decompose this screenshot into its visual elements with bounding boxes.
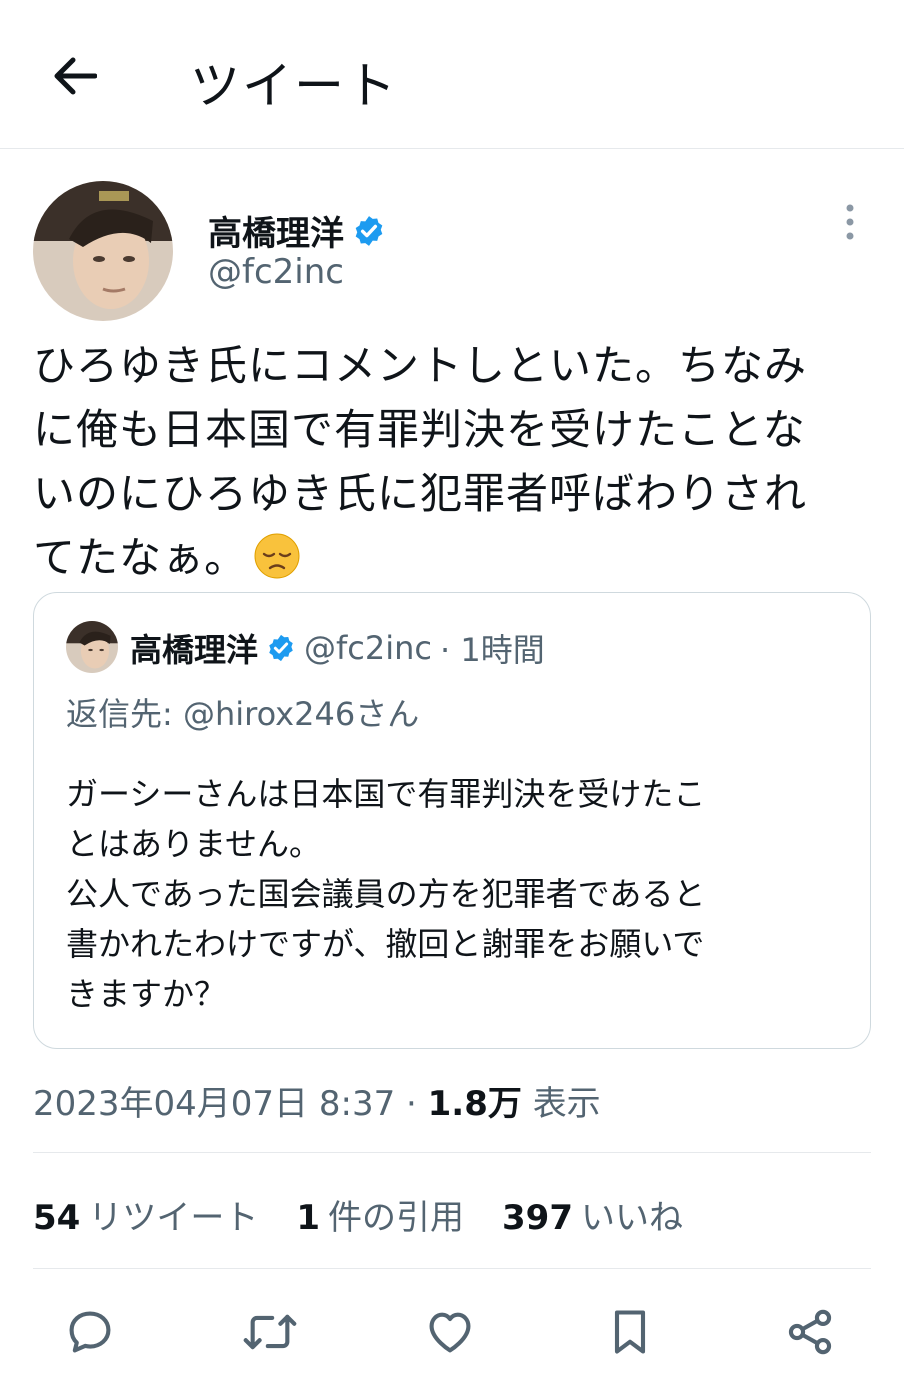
share-button[interactable] — [778, 1300, 842, 1364]
quoted-author-handle: @fc2inc — [304, 629, 432, 667]
divider — [33, 1152, 871, 1153]
heart-icon — [429, 1312, 471, 1353]
retweets-count: 54 — [33, 1198, 81, 1238]
tweet-datetime: 2023年04月07日 8:37 · — [33, 1084, 417, 1124]
author-handle[interactable]: @fc2inc — [208, 252, 344, 292]
bookmark-button[interactable] — [598, 1300, 662, 1364]
retweets-label: リツイート — [88, 1198, 259, 1238]
tweet-text: ひろゆき氏にコメントしといた。ちなみ に俺も日本国で有罪判決を受けたことな いの… — [33, 334, 873, 590]
quotes-count: 1 — [296, 1198, 320, 1238]
quotes-stat[interactable]: 1 件の引用 — [296, 1190, 464, 1239]
views-label: 表示 — [532, 1084, 601, 1124]
retweet-icon — [243, 1314, 297, 1350]
reply-icon — [69, 1311, 111, 1353]
bookmark-icon — [614, 1310, 646, 1354]
action-bar — [0, 1294, 904, 1374]
more-vertical-icon — [846, 204, 854, 240]
share-icon — [788, 1309, 832, 1355]
divider — [33, 1268, 871, 1269]
quotes-label: 件の引用 — [328, 1198, 464, 1238]
arrow-left-icon — [54, 57, 97, 95]
likes-label: いいね — [580, 1198, 683, 1238]
retweet-button[interactable] — [238, 1300, 302, 1364]
quoted-tweet-text: ガーシーさんは日本国で有罪判決を受けたこ とはありません。 公人であった国会議員… — [66, 775, 706, 1013]
author-name: 高橋理洋 — [208, 214, 344, 254]
disappointed-face-emoji — [254, 533, 300, 579]
quoted-tweet-card[interactable]: 高橋理洋 @fc2inc · 1時間 返信先: @hirox246さん ガーシー… — [33, 592, 871, 1049]
quoted-tweet-time: · 1時間 — [440, 631, 545, 669]
top-bar: ツイート — [0, 0, 904, 149]
like-button[interactable] — [418, 1300, 482, 1364]
engagement-stats: 54 リツイート 1 件の引用 397 いいね — [33, 1190, 683, 1239]
quoted-author-avatar — [66, 621, 118, 673]
tweet-body: ひろゆき氏にコメントしといた。ちなみ に俺も日本国で有罪判決を受けたことな いの… — [33, 341, 808, 582]
reply-button[interactable] — [58, 1300, 122, 1364]
quoted-author-name: 高橋理洋 — [130, 631, 259, 669]
verified-badge-icon — [355, 215, 383, 246]
author-name-row[interactable]: 高橋理洋 — [208, 206, 386, 255]
more-options-button[interactable] — [832, 200, 868, 244]
tweet-meta: 2023年04月07日 8:37 · 1.8万 表示 — [33, 1076, 601, 1125]
reply-to-label: 返信先: @hirox246さん — [66, 695, 420, 733]
verified-badge-icon — [269, 634, 293, 662]
quoted-tweet-header: 高橋理洋 @fc2inc · 1時間 — [130, 625, 545, 671]
author-avatar[interactable] — [33, 181, 173, 321]
back-button[interactable] — [44, 48, 104, 104]
retweets-stat[interactable]: 54 リツイート — [33, 1190, 258, 1239]
likes-count: 397 — [502, 1198, 573, 1238]
page-title: ツイート — [190, 57, 398, 115]
views-count: 1.8万 — [427, 1084, 522, 1124]
likes-stat[interactable]: 397 いいね — [502, 1190, 683, 1239]
